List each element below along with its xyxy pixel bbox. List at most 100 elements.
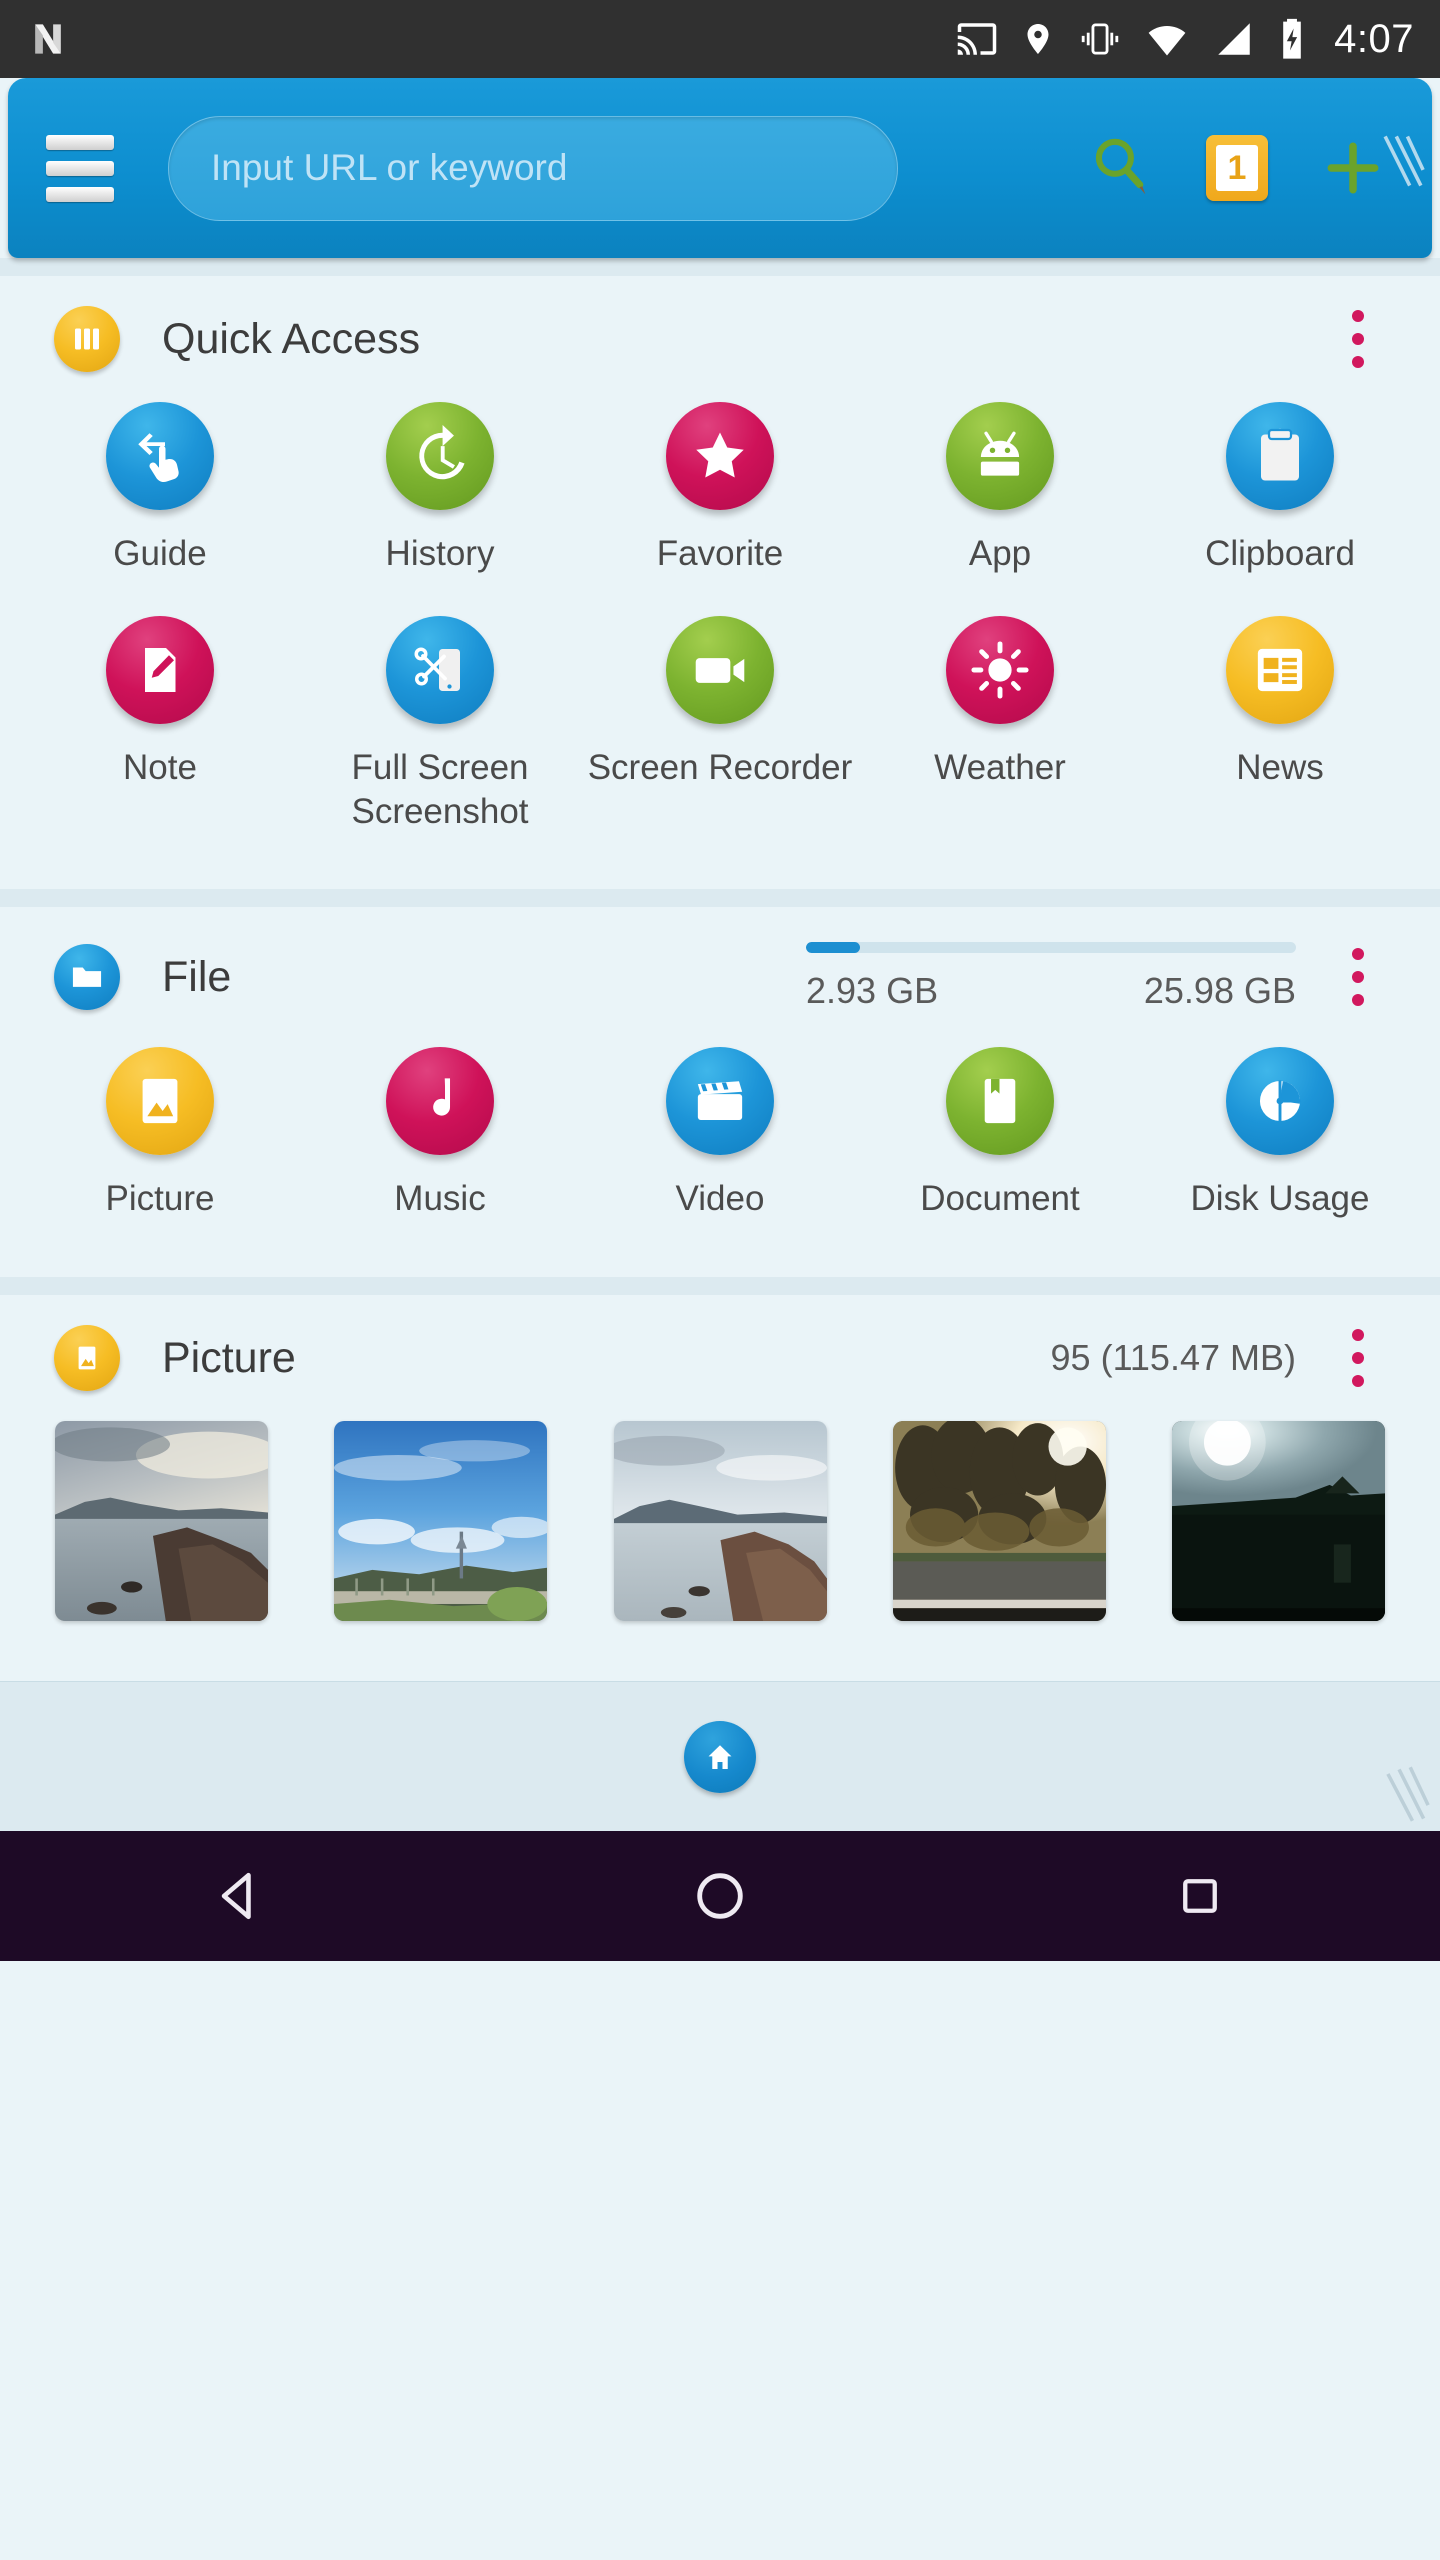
picture-title: Picture <box>162 1333 296 1382</box>
quick-access-item-favorite[interactable]: Favorite <box>580 402 860 576</box>
clapperboard-icon <box>666 1047 774 1156</box>
file-label: Music <box>394 1179 486 1219</box>
image-icon <box>54 1325 120 1391</box>
quick-access-label: Note <box>123 747 197 787</box>
scissors-phone-icon <box>386 615 494 724</box>
notification-n-icon <box>35 24 61 54</box>
sun-icon <box>946 615 1054 724</box>
grid-apps-icon <box>54 306 120 372</box>
picture-thumbnail-blue-sky-park-tower[interactable] <box>334 1421 548 1621</box>
file-item-music[interactable]: Music <box>300 1047 580 1221</box>
quick-access-label: App <box>968 534 1032 573</box>
thumbnail-cell <box>22 1421 301 1621</box>
quick-access-item-screen-recorder[interactable]: Screen Recorder <box>580 615 860 834</box>
url-input-placeholder: Input URL or keyword <box>211 147 568 188</box>
quick-access-panel: Quick Access Guide History Favorite App … <box>0 276 1440 890</box>
home-circle-icon <box>697 1873 743 1919</box>
quick-access-row-2: Note Full Screen Screenshot Screen Recor… <box>0 615 1440 890</box>
battery-charging-icon <box>1283 18 1301 59</box>
tab-counter-button[interactable]: 1 <box>1206 135 1268 201</box>
nav-home-button[interactable] <box>620 1867 820 1925</box>
quick-access-item-guide[interactable]: Guide <box>20 402 300 576</box>
quick-access-label: Favorite <box>656 534 784 573</box>
section-divider <box>0 889 1440 908</box>
thumbnail-cell <box>580 1421 859 1621</box>
file-panel: File 2.93 GB 25.98 GB Picture Music Vide… <box>0 907 1440 1277</box>
location-icon <box>1027 24 1049 54</box>
section-divider <box>0 258 1440 276</box>
file-row: Picture Music Video Document Disk Usage <box>0 1047 1440 1277</box>
quick-access-item-news[interactable]: News <box>1140 615 1420 834</box>
quick-access-label: History <box>385 534 495 573</box>
thumbnail-cell <box>1139 1421 1418 1621</box>
storage-indicator: 2.93 GB 25.98 GB <box>806 942 1296 1012</box>
nav-recents-button[interactable] <box>1100 1870 1300 1922</box>
file-item-picture[interactable]: Picture <box>20 1047 300 1221</box>
music-note-icon <box>386 1047 494 1156</box>
picture-count: 95 (115.47 MB) <box>1050 1337 1296 1378</box>
nav-back-button[interactable] <box>140 1867 340 1925</box>
image-icon <box>106 1047 214 1156</box>
storage-values: 2.93 GB 25.98 GB <box>806 970 1296 1012</box>
quick-access-label: Clipboard <box>1205 534 1355 573</box>
file-label: Picture <box>105 1179 215 1219</box>
quick-access-item-note[interactable]: Note <box>20 615 300 834</box>
file-header-right: 2.93 GB 25.98 GB <box>806 942 1386 1012</box>
tab-counter-value: 1 <box>1216 145 1258 191</box>
star-icon <box>666 402 774 510</box>
quick-access-row-1: Guide History Favorite App Clipboard <box>0 402 1440 616</box>
toolbar-actions: 1 <box>1090 135 1406 201</box>
phone-screen: 4:07 Input URL or keyword 1 Quick Access… <box>0 0 1440 2560</box>
quick-access-item-history[interactable]: History <box>300 402 580 576</box>
picture-thumbnail-dark-silhouette-sun[interactable] <box>1171 1421 1385 1621</box>
pie-chart-icon <box>1226 1047 1334 1156</box>
picture-header-right: 95 (115.47 MB) <box>1051 1329 1386 1387</box>
picture-overflow-menu[interactable] <box>1330 1329 1386 1387</box>
signal-icon <box>1218 23 1250 55</box>
status-bar-right: 4:07 <box>956 17 1414 62</box>
picture-thumbnail-coastal-seascape-overcast[interactable] <box>55 1421 269 1621</box>
file-item-disk-usage[interactable]: Disk Usage <box>1140 1047 1420 1221</box>
back-triangle-icon <box>221 1872 251 1920</box>
file-title: File <box>162 952 232 1001</box>
history-clock-icon <box>386 402 494 510</box>
quick-access-label: Screen Recorder <box>587 747 853 787</box>
file-label: Document <box>920 1179 1080 1219</box>
quick-access-header: Quick Access <box>0 276 1440 402</box>
quick-access-item-clipboard[interactable]: Clipboard <box>1140 402 1420 576</box>
plus-icon[interactable] <box>1322 137 1384 199</box>
news-article-icon <box>1226 615 1334 724</box>
quick-access-label: Full Screen Screenshot <box>351 747 529 831</box>
hamburger-menu-icon[interactable] <box>46 134 118 202</box>
picture-thumbnail-roadside-trees-sunflare[interactable] <box>892 1421 1106 1621</box>
storage-used: 2.93 GB <box>806 970 939 1012</box>
recents-square-icon <box>1183 1879 1217 1913</box>
browser-toolbar: Input URL or keyword 1 <box>8 78 1432 258</box>
picture-thumbnail-coastal-seascape-bright[interactable] <box>613 1421 827 1621</box>
quick-access-item-weather[interactable]: Weather <box>860 615 1140 834</box>
file-item-video[interactable]: Video <box>580 1047 860 1221</box>
file-item-document[interactable]: Document <box>860 1047 1140 1221</box>
file-overflow-menu[interactable] <box>1330 948 1386 1007</box>
resize-grip-bottom-right-icon <box>1386 1766 1430 1822</box>
quick-access-overflow-menu[interactable] <box>1330 310 1386 368</box>
book-icon <box>946 1047 1054 1156</box>
vibrate-icon <box>1081 23 1119 55</box>
section-divider <box>0 1277 1440 1295</box>
quick-access-title: Quick Access <box>162 314 421 363</box>
quick-access-label: Guide <box>113 534 207 573</box>
android-navigation-bar <box>0 1831 1440 1961</box>
url-input[interactable]: Input URL or keyword <box>168 115 898 221</box>
file-label: Disk Usage <box>1190 1179 1370 1219</box>
file-label: Video <box>675 1179 765 1219</box>
storage-total: 25.98 GB <box>1143 970 1296 1012</box>
picture-header: Picture 95 (115.47 MB) <box>0 1295 1440 1421</box>
search-magnifier-icon[interactable] <box>1090 135 1152 201</box>
storage-progress-bar <box>806 942 1296 954</box>
quick-access-header-right <box>1296 310 1386 368</box>
picture-panel: Picture 95 (115.47 MB) <box>0 1295 1440 1681</box>
thumbnail-cell <box>860 1421 1139 1621</box>
home-icon[interactable] <box>684 1720 756 1793</box>
quick-access-item-full-screen-screenshot[interactable]: Full Screen Screenshot <box>300 615 580 834</box>
quick-access-item-app[interactable]: App <box>860 402 1140 576</box>
